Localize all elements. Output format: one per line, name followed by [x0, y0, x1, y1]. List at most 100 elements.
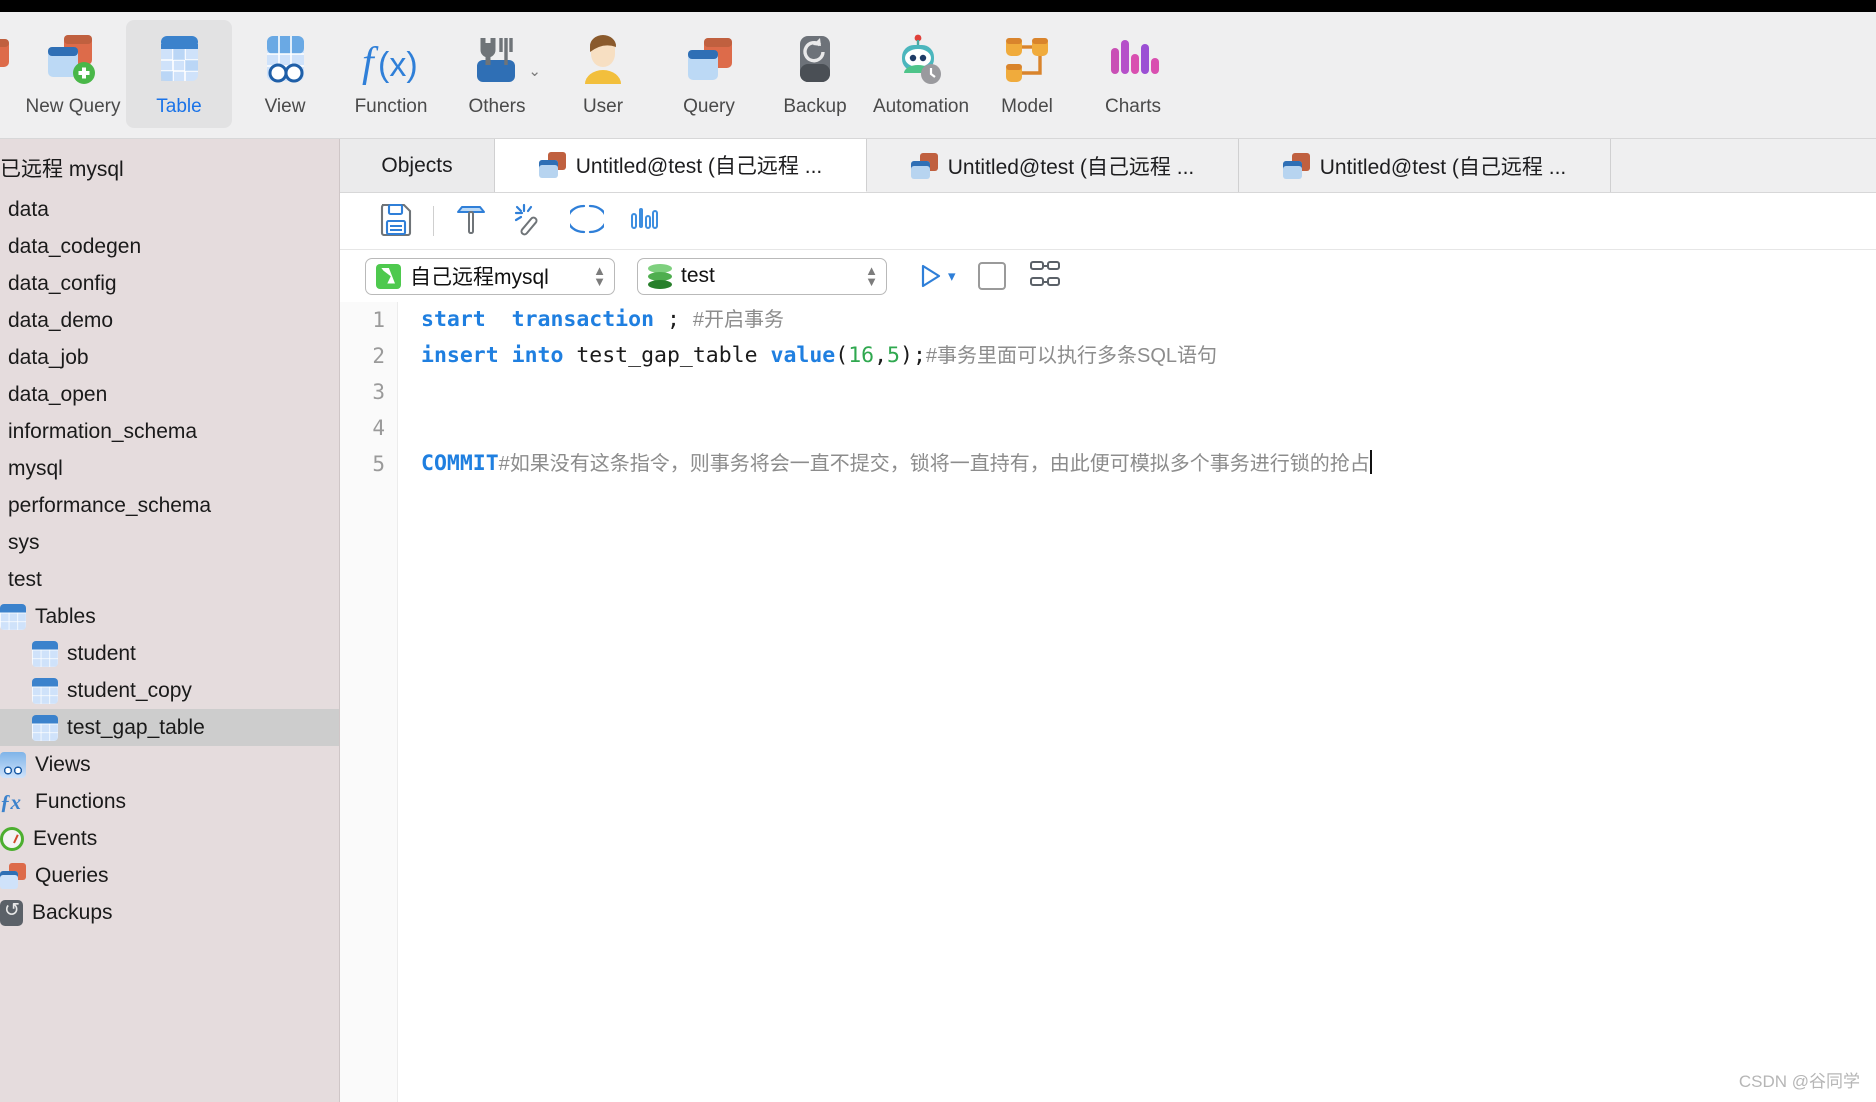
toolbar-item-model[interactable]: Model	[974, 20, 1080, 128]
toolbar-item-query[interactable]: Query	[656, 20, 762, 128]
sidebar-connection-node[interactable]: 已远程 mysql	[0, 145, 339, 191]
toolbar-item-new-query[interactable]: New Query	[20, 20, 126, 128]
text-cursor	[1369, 450, 1372, 474]
chevron-updown-icon[interactable]: ▲ ▼	[593, 264, 606, 288]
sidebar-item-label: Functions	[35, 789, 127, 813]
toolbar-item-connection[interactable]	[0, 20, 20, 128]
sidebar-item-tables[interactable]: Tables	[0, 598, 339, 635]
toolbar-item-label: User	[582, 96, 624, 117]
sidebar-item-backups[interactable]: Backups	[0, 894, 339, 931]
parentheses-button[interactable]	[558, 199, 616, 243]
sidebar-item-label: Backups	[32, 900, 113, 924]
sidebar-db-data-codegen[interactable]: data_codegen	[0, 228, 339, 265]
tab-label: Untitled@test (自己远程 ...	[575, 155, 823, 178]
toolbar-item-label: View	[264, 96, 306, 117]
query-icon	[910, 152, 938, 179]
toolbar-item-label: Query	[683, 96, 735, 117]
format-sql-button[interactable]	[442, 199, 500, 243]
user-icon	[577, 30, 629, 92]
toolbar-item-charts[interactable]: Charts	[1080, 20, 1186, 128]
table-icon	[32, 714, 58, 741]
toolbar-item-function[interactable]: f (x) Function	[338, 20, 444, 128]
toolbar-item-label: Table	[156, 96, 202, 117]
sidebar-db-data-open[interactable]: data_open	[0, 376, 339, 413]
sidebar-db-label: test	[8, 567, 42, 591]
object-sidebar[interactable]: 已远程 mysql data data_codegen data_config …	[0, 139, 340, 1102]
run-button[interactable]: ▾	[915, 261, 956, 291]
toolbar-item-label: Model	[1001, 96, 1053, 117]
sidebar-item-views[interactable]: Views	[0, 746, 339, 783]
toolbar-item-table[interactable]: Table	[126, 20, 232, 128]
sql-code-editor[interactable]: 1 2 3 4 5 start transaction ; #开启事务 inse…	[340, 302, 1876, 1102]
sidebar-item-student-copy[interactable]: student_copy	[0, 672, 339, 709]
tab-objects[interactable]: Objects	[340, 139, 495, 192]
sidebar-db-data-config[interactable]: data_config	[0, 265, 339, 302]
sidebar-item-queries[interactable]: Queries	[0, 857, 339, 894]
line-number-gutter: 1 2 3 4 5	[340, 302, 398, 1102]
tab-untitled-1[interactable]: Untitled@test (自己远程 ...	[495, 139, 867, 192]
sidebar-db-label: data_open	[8, 382, 108, 406]
toolbar-item-view[interactable]: View	[232, 20, 338, 128]
sidebar-db-label: information_schema	[8, 419, 198, 443]
sidebar-db-data[interactable]: data	[0, 191, 339, 228]
watermark: CSDN @谷同学	[1738, 1072, 1860, 1091]
explain-button[interactable]	[1028, 257, 1062, 296]
sidebar-db-data-job[interactable]: data_job	[0, 339, 339, 376]
sidebar-item-functions[interactable]: ƒx Functions	[0, 783, 339, 820]
chevron-down-icon[interactable]: ⌄	[528, 62, 541, 80]
toolbar-item-others[interactable]: ⌄ Others	[444, 20, 550, 128]
beautify-button[interactable]	[500, 199, 558, 243]
query-plan-icon	[1029, 260, 1060, 286]
sidebar-item-test-gap-table[interactable]: test_gap_table	[0, 709, 339, 746]
model-icon	[1000, 30, 1054, 92]
query-icon	[682, 30, 736, 92]
database-select[interactable]: test ▲ ▼	[637, 257, 887, 295]
function-fx-icon: f (x)	[358, 30, 424, 92]
sidebar-db-label: performance_schema	[8, 493, 212, 517]
connection-select[interactable]: 自己远程mysql ▲ ▼	[365, 257, 615, 295]
stop-button[interactable]	[977, 262, 1006, 290]
sidebar-item-events[interactable]: Events	[0, 820, 339, 857]
view-icon	[0, 751, 26, 778]
toolbar-item-backup[interactable]: Backup	[762, 20, 868, 128]
sidebar-connection-label: 已远程 mysql	[0, 158, 124, 181]
toolbar-item-automation[interactable]: Automation	[868, 20, 974, 128]
sidebar-db-sys[interactable]: sys	[0, 524, 339, 561]
chevron-updown-icon[interactable]: ▲ ▼	[865, 264, 878, 288]
sidebar-item-student[interactable]: student	[0, 635, 339, 672]
sidebar-db-mysql[interactable]: mysql	[0, 450, 339, 487]
mysql-dolphin-icon	[376, 263, 401, 289]
sidebar-item-label: Events	[33, 826, 98, 850]
save-button[interactable]	[367, 199, 425, 243]
line-number: 5	[372, 452, 385, 476]
toolbar-item-label: Automation	[872, 96, 970, 117]
code-lines[interactable]: start transaction ; #开启事务 insert into te…	[398, 302, 1876, 1102]
explain-plan-button[interactable]	[616, 199, 674, 243]
sidebar-db-label: sys	[8, 530, 40, 554]
table-icon	[32, 677, 58, 704]
code-line: insert into test_gap_table value(16,5);#…	[421, 343, 1218, 368]
sidebar-db-information-schema[interactable]: information_schema	[0, 413, 339, 450]
query-icon	[538, 152, 566, 178]
toolbar-item-label: Backup	[783, 96, 847, 117]
automation-robot-icon	[892, 30, 950, 92]
function-fx-icon: ƒx	[0, 789, 21, 814]
backup-icon	[790, 30, 840, 92]
sidebar-item-label: test_gap_table	[67, 715, 205, 739]
tab-untitled-3[interactable]: Untitled@test (自己远程 ...	[1239, 139, 1611, 192]
toolbar-item-label: New Query	[25, 96, 121, 117]
table-icon	[153, 30, 205, 92]
connection-bar: 自己远程mysql ▲ ▼ test ▲ ▼ ▾	[340, 250, 1876, 302]
table-icon	[0, 603, 26, 630]
table-icon	[32, 640, 58, 667]
sidebar-db-performance-schema[interactable]: performance_schema	[0, 487, 339, 524]
sidebar-db-label: data_job	[8, 345, 89, 369]
tab-untitled-2[interactable]: Untitled@test (自己远程 ...	[867, 139, 1239, 192]
toolbar-item-user[interactable]: User	[550, 20, 656, 128]
sidebar-db-data-demo[interactable]: data_demo	[0, 302, 339, 339]
sidebar-db-test[interactable]: test	[0, 561, 339, 598]
others-tools-icon: ⌄	[469, 30, 541, 92]
run-caret-icon[interactable]: ▾	[948, 267, 956, 285]
toolbar-separator	[433, 206, 434, 236]
